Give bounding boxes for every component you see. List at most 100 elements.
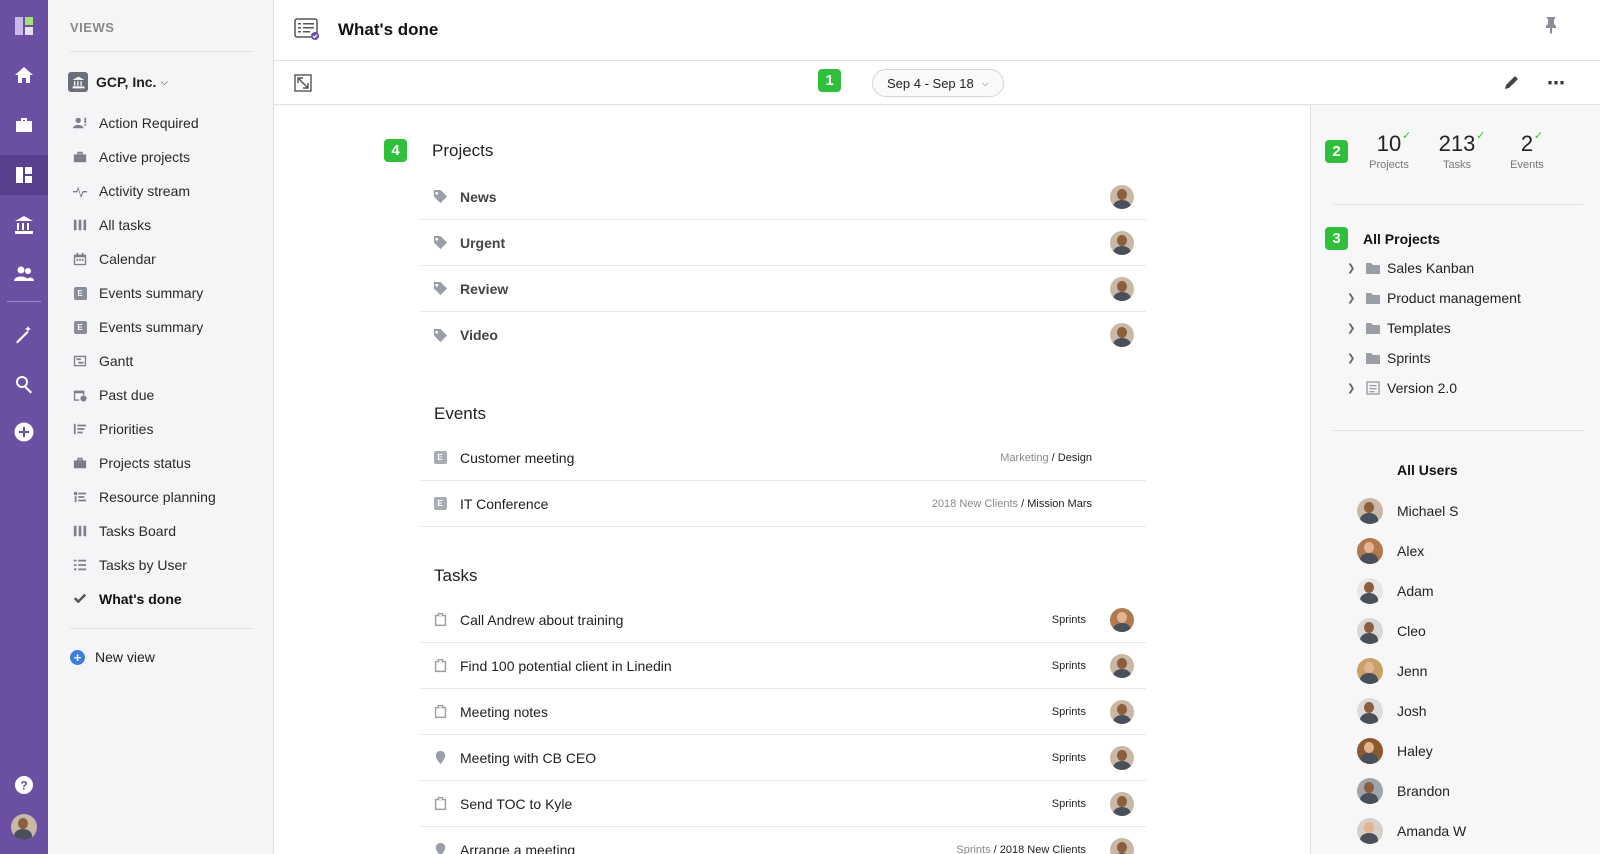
user-name: Cleo — [1397, 623, 1426, 639]
all-users-title[interactable]: All Users — [1397, 462, 1458, 478]
add-circle-icon[interactable] — [0, 412, 48, 452]
view-events-summary-2[interactable]: E Events summary — [72, 310, 262, 344]
project-row[interactable]: Urgent — [420, 220, 1146, 266]
event-path: Marketing / Design — [1000, 452, 1092, 464]
more-options-icon[interactable]: ⋯ — [1547, 73, 1566, 94]
user-item[interactable]: Cleo — [1357, 611, 1426, 651]
user-item[interactable]: Michael S — [1357, 491, 1458, 531]
user-item[interactable]: Amanda W — [1357, 811, 1466, 851]
task-row[interactable]: Meeting notes Sprints — [420, 689, 1146, 735]
user-avatar[interactable] — [0, 807, 48, 847]
view-activity-stream[interactable]: Activity stream — [72, 174, 262, 208]
view-whats-done[interactable]: What's done — [72, 582, 262, 616]
help-icon[interactable]: ? — [0, 765, 48, 805]
task-row[interactable]: Arrange a meeting Sprints / 2018 New Cli… — [420, 827, 1146, 854]
user-item[interactable]: Jenn — [1357, 651, 1427, 691]
main-content: 4 Projects News Urgent Review Video Even… — [274, 105, 1310, 854]
project-row[interactable]: Review — [420, 266, 1146, 312]
summary-panel: 2 10 ✓ Projects 213 ✓ Tasks 2 ✓ Events 3 Al… — [1310, 105, 1600, 854]
tree-item[interactable]: ❯ Sprints — [1347, 343, 1431, 373]
plus-icon: + — [70, 649, 85, 665]
view-label: Action Required — [99, 115, 199, 131]
event-name: IT Conference — [460, 495, 549, 512]
briefcase-icon[interactable] — [0, 105, 48, 145]
step-badge-1: 1 — [818, 69, 841, 92]
chevron-right-icon[interactable]: ❯ — [1347, 353, 1361, 364]
date-range-dropdown[interactable]: Sep 4 - Sep 18 ⌵ — [872, 69, 1004, 97]
view-calendar[interactable]: Calendar — [72, 242, 262, 276]
view-label: Events summary — [99, 319, 204, 335]
user-item[interactable]: Josh — [1357, 691, 1427, 731]
user-item[interactable]: Alex — [1357, 531, 1424, 571]
view-gantt[interactable]: Gantt — [72, 344, 262, 378]
magic-wand-icon[interactable] — [0, 315, 48, 355]
task-name: Call Andrew about training — [460, 611, 624, 628]
location-pin-icon — [432, 842, 448, 854]
view-action-required[interactable]: Action Required — [72, 106, 262, 140]
user-name: Jenn — [1397, 663, 1428, 679]
stat-value: 2 — [1520, 131, 1534, 156]
bank-icon[interactable] — [0, 205, 48, 245]
all-projects-title[interactable]: All Projects — [1363, 231, 1440, 247]
avatar — [1357, 538, 1383, 564]
clipboard-icon — [432, 658, 448, 674]
user-name: Adam — [1397, 583, 1434, 599]
task-row[interactable]: Send TOC to Kyle Sprints — [420, 781, 1146, 827]
resource-icon — [72, 489, 88, 505]
bank-icon — [68, 72, 88, 92]
task-row[interactable]: Call Andrew about training Sprints — [420, 597, 1146, 643]
event-row[interactable]: E IT Conference 2018 New Clients / Missi… — [420, 481, 1146, 527]
tree-item[interactable]: ❯ Sales Kanban — [1347, 253, 1474, 283]
task-project: Sprints — [1051, 613, 1086, 626]
org-selector[interactable]: GCP, Inc. ⌵ — [68, 72, 168, 92]
logo-icon[interactable] — [0, 6, 48, 46]
folder-icon — [1366, 353, 1380, 364]
task-row[interactable]: Meeting with CB CEO Sprints — [420, 735, 1146, 781]
tree-item[interactable]: ❯ Product management — [1347, 283, 1521, 313]
dashboard-icon[interactable] — [0, 155, 48, 195]
chevron-right-icon[interactable]: ❯ — [1347, 383, 1361, 394]
task-name: Find 100 potential client in Linedin — [460, 657, 672, 674]
new-view-button[interactable]: + New view — [70, 649, 155, 665]
view-all-tasks[interactable]: All tasks — [72, 208, 262, 242]
users-icon[interactable] — [0, 254, 48, 294]
view-events-summary[interactable]: E Events summary — [72, 276, 262, 310]
tree-item[interactable]: ❯ Templates — [1347, 313, 1451, 343]
home-icon[interactable] — [0, 55, 48, 95]
project-row[interactable]: Video — [420, 312, 1146, 358]
stat-label: Events — [1510, 159, 1544, 171]
view-past-due[interactable]: Past due — [72, 378, 262, 412]
chevron-right-icon[interactable]: ❯ — [1347, 293, 1361, 304]
pencil-icon[interactable] — [1503, 74, 1520, 91]
task-row[interactable]: Find 100 potential client in Linedin Spr… — [420, 643, 1146, 689]
expand-icon[interactable] — [294, 74, 312, 92]
view-active-projects[interactable]: Active projects — [72, 140, 262, 174]
view-tasks-board[interactable]: Tasks Board — [72, 514, 262, 548]
event-row[interactable]: E Customer meeting Marketing / Design — [420, 435, 1146, 481]
pin-icon[interactable] — [1542, 16, 1560, 34]
view-priorities[interactable]: Priorities — [72, 412, 262, 446]
project-row[interactable]: News — [420, 174, 1146, 220]
chevron-right-icon[interactable]: ❯ — [1347, 263, 1361, 274]
event-badge-icon: E — [432, 496, 448, 512]
view-projects-status[interactable]: Projects status — [72, 446, 262, 480]
new-view-label: New view — [95, 649, 155, 665]
chevron-right-icon[interactable]: ❯ — [1347, 323, 1361, 334]
tree-item[interactable]: ❯ Version 2.0 — [1347, 373, 1457, 403]
view-tasks-by-user[interactable]: Tasks by User — [72, 548, 262, 582]
view-label: Priorities — [99, 421, 154, 437]
user-alert-icon — [72, 115, 88, 131]
user-item[interactable]: Brandon — [1357, 771, 1450, 811]
user-item[interactable]: Adam — [1357, 571, 1434, 611]
event-path: 2018 New Clients / Mission Mars — [932, 498, 1092, 510]
tree-label: Product management — [1387, 290, 1521, 306]
avatar — [1357, 738, 1383, 764]
svg-text:?: ? — [20, 779, 27, 793]
folder-icon — [1366, 293, 1380, 304]
user-item[interactable]: Haley — [1357, 731, 1433, 771]
avatar — [1357, 578, 1383, 604]
view-label: Resource planning — [99, 489, 216, 505]
search-icon[interactable] — [0, 364, 48, 404]
view-resource-planning[interactable]: Resource planning — [72, 480, 262, 514]
task-name: Send TOC to Kyle — [460, 795, 573, 812]
